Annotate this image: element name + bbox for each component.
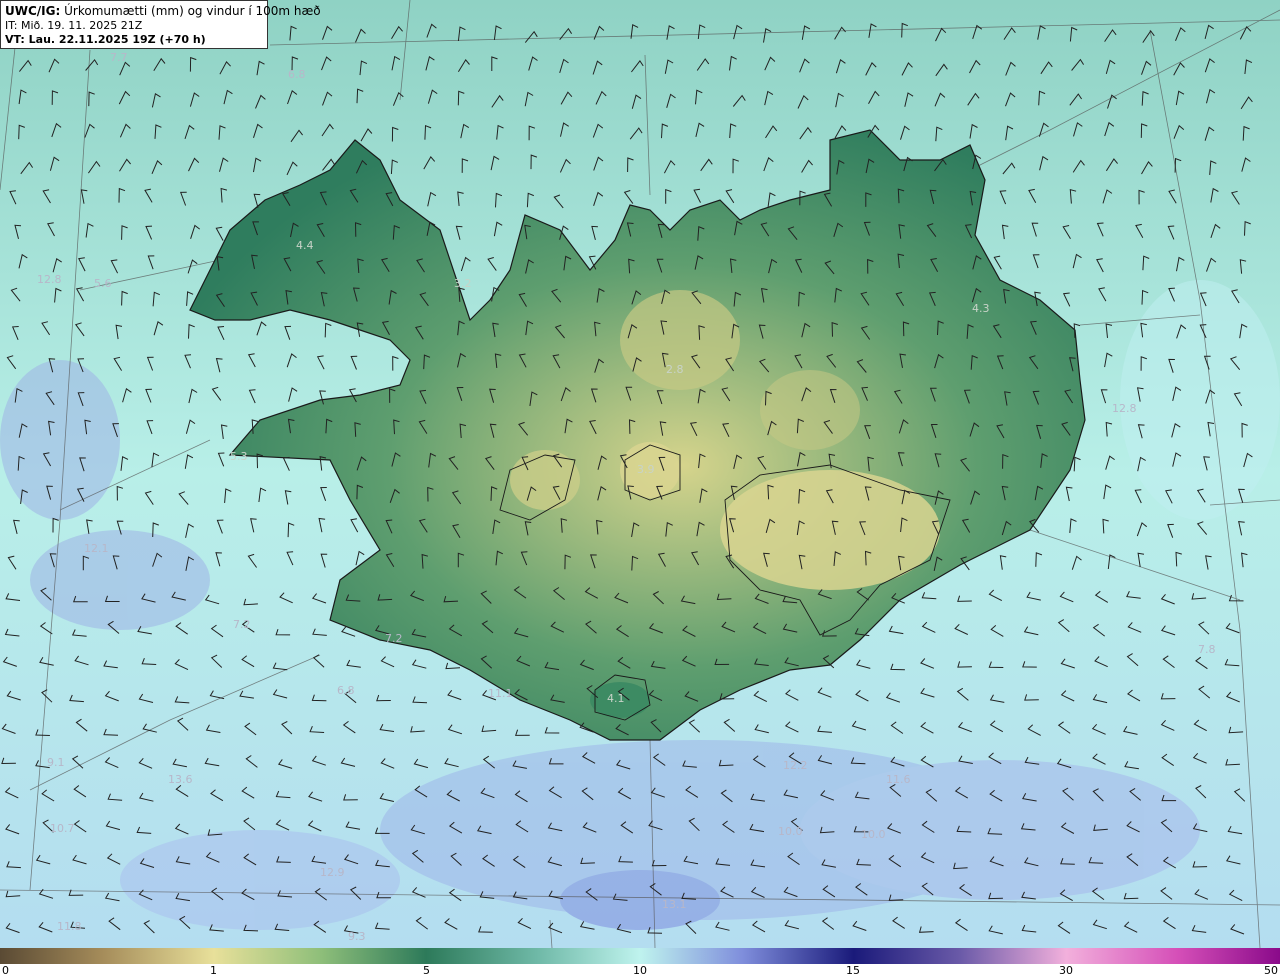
forecast-map[interactable]: 7.7 6.8 4.4 3.2 12.8 2.8 4.3 3.9 5.3 12.… <box>0 0 1280 948</box>
map-title: UWC/IG: Úrkomumætti (mm) og vindur í 100… <box>5 4 321 18</box>
map-header: UWC/IG: Úrkomumætti (mm) og vindur í 100… <box>0 0 321 49</box>
value-label: 4.1 <box>607 692 625 705</box>
value-label: 5.3 <box>230 450 248 463</box>
valid-time: VT: Lau. 22.11.2025 19Z (+70 h) <box>5 33 206 46</box>
value-label: 7.2 <box>233 618 251 631</box>
colorbar-tick: 50 <box>1264 964 1278 977</box>
colorbar-tick: 0 <box>2 964 9 977</box>
value-label: 6.8 <box>337 684 355 697</box>
colorbar-tick: 1 <box>210 964 217 977</box>
issue-time: IT: Mið. 19. 11. 2025 21Z <box>5 19 143 32</box>
value-label: 12.9 <box>320 866 345 879</box>
value-label: 3.2 <box>454 277 472 290</box>
value-label: 9.3 <box>348 930 366 943</box>
value-label: 7.2 <box>385 632 403 645</box>
value-label: 13.6 <box>168 773 193 786</box>
value-label: 12.1 <box>84 542 109 555</box>
value-label: 7.8 <box>1198 643 1216 656</box>
value-label: 9.1 <box>47 756 65 769</box>
value-label: 6.8 <box>288 68 306 81</box>
value-label: 10.0 <box>861 828 886 841</box>
value-label: 11.8 <box>57 920 82 933</box>
value-label: 11.1 <box>488 687 513 700</box>
value-label: 4.3 <box>972 302 990 315</box>
colorbar: 0 1 5 10 15 30 50 <box>0 948 1280 978</box>
value-label: 2.8 <box>666 363 684 376</box>
value-label: 12.8 <box>37 273 62 286</box>
value-label: 7.7 <box>110 51 128 64</box>
value-label: 10.0 <box>778 825 803 838</box>
colorbar-tick: 5 <box>423 964 430 977</box>
value-label: 12.2 <box>783 759 808 772</box>
value-label: 13.1 <box>662 898 687 911</box>
value-label: 10.7 <box>50 822 75 835</box>
value-label: 12.8 <box>1112 402 1137 415</box>
colorbar-tick: 15 <box>846 964 860 977</box>
value-label: 11.6 <box>886 773 911 786</box>
value-label: 5.6 <box>94 277 112 290</box>
colorbar-strip <box>0 948 1280 964</box>
colorbar-tick: 10 <box>633 964 647 977</box>
value-label: 4.4 <box>296 239 314 252</box>
value-label: 3.9 <box>637 463 655 476</box>
colorbar-tick: 30 <box>1059 964 1073 977</box>
